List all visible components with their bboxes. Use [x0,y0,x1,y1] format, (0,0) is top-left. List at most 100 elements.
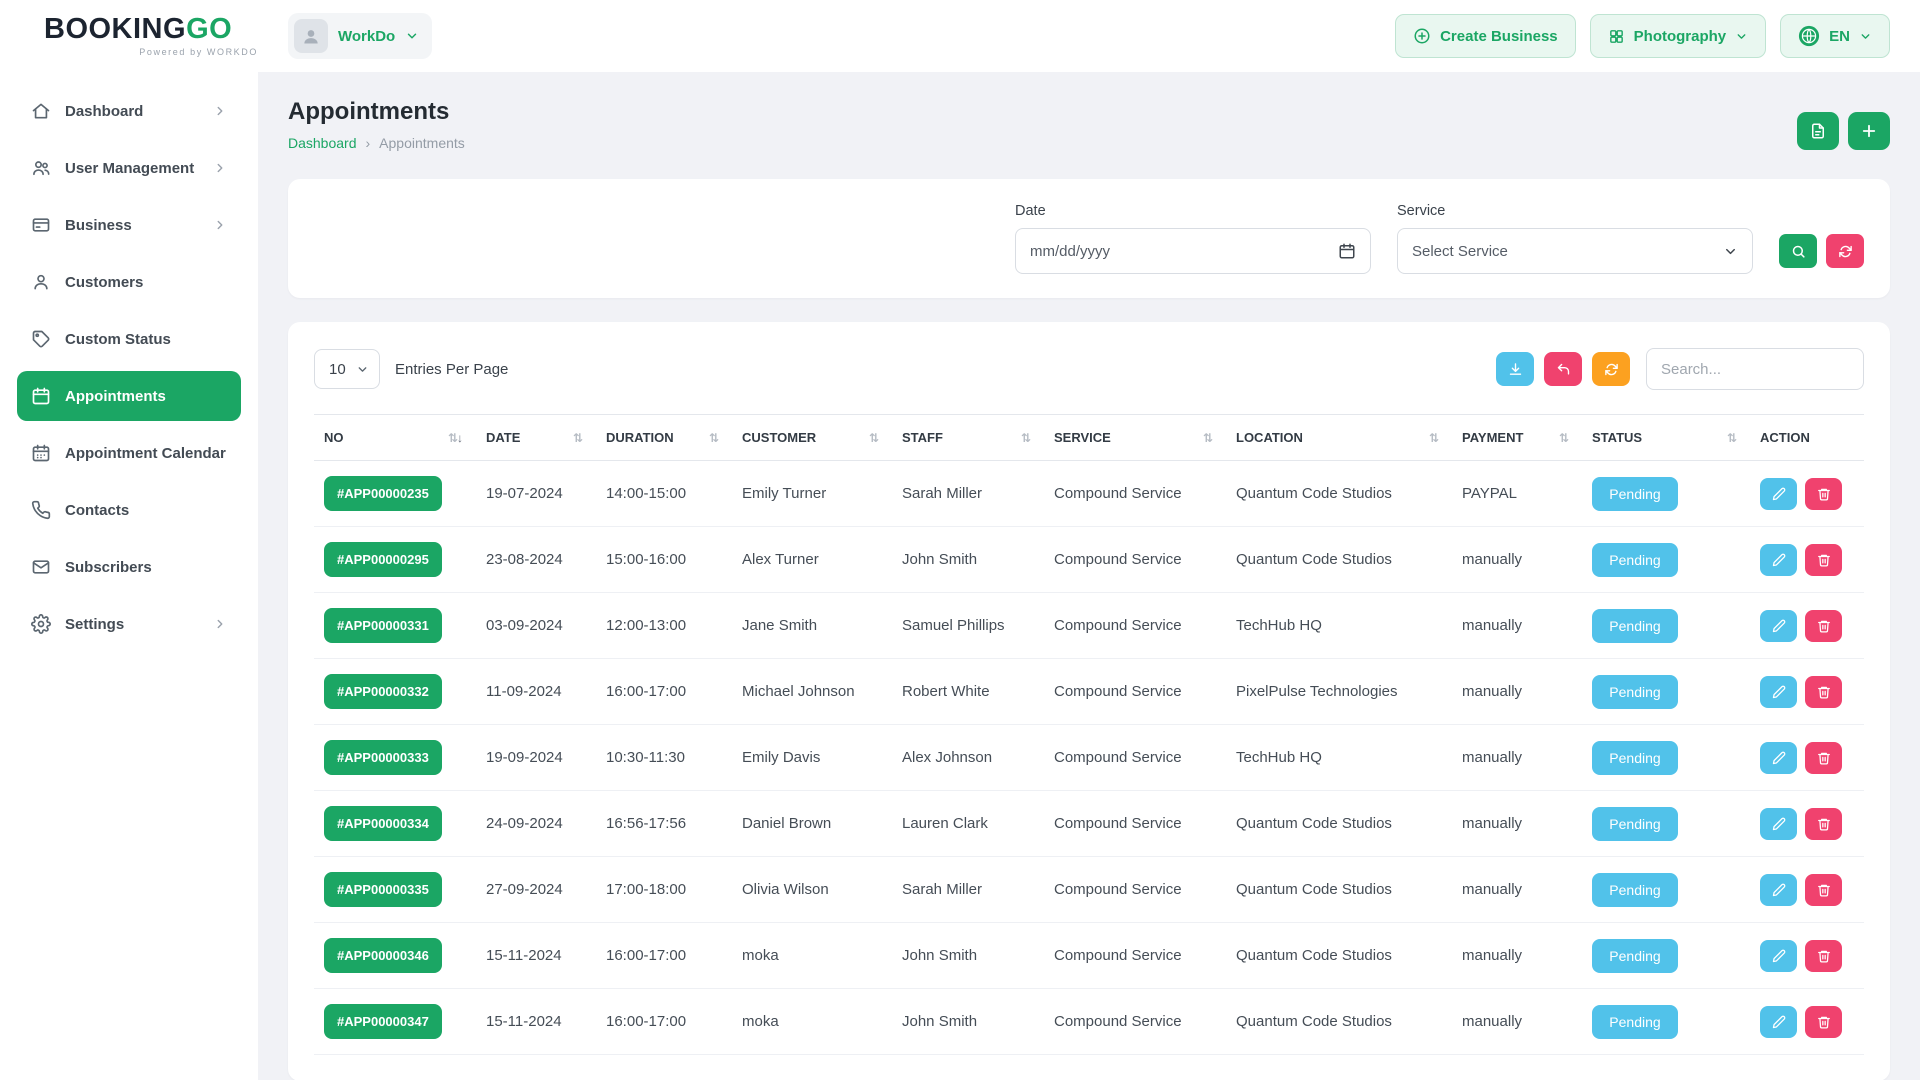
appointment-no-badge[interactable]: #APP00000334 [324,806,442,841]
cell-duration: 12:00-13:00 [596,593,732,659]
sidebar-item-business[interactable]: Business [17,200,241,250]
sidebar-item-contacts[interactable]: Contacts [17,485,241,535]
filter-reset-button[interactable] [1826,234,1864,268]
cell-service: Compound Service [1044,923,1226,989]
sidebar-item-custom-status[interactable]: Custom Status [17,314,241,364]
cell-duration: 14:00-15:00 [596,461,732,527]
col-header-customer[interactable]: CUSTOMER⇅ [732,415,892,461]
appointment-no-badge[interactable]: #APP00000295 [324,542,442,577]
edit-button[interactable] [1760,940,1797,972]
appointment-row: #APP00000235 19-07-2024 14:00-15:00 Emil… [314,461,1864,527]
search-icon [1791,244,1806,259]
sidebar-item-dashboard[interactable]: Dashboard [17,86,241,136]
cell-duration: 16:00-17:00 [596,923,732,989]
table-search-input[interactable] [1646,348,1864,390]
download-button[interactable] [1496,352,1534,386]
col-header-duration[interactable]: DURATION⇅ [596,415,732,461]
filter-search-button[interactable] [1779,234,1817,268]
delete-button[interactable] [1805,610,1842,642]
cell-location: Quantum Code Studios [1226,527,1452,593]
chevron-down-icon [405,29,419,43]
col-header-no[interactable]: NO⇅↓ [314,415,476,461]
refresh-button[interactable] [1592,352,1630,386]
cell-payment: manually [1452,659,1582,725]
workspace-avatar-icon [294,19,328,53]
breadcrumb-dashboard-link[interactable]: Dashboard [288,135,357,151]
chevron-down-icon [1859,30,1872,43]
row-actions [1760,940,1854,972]
col-header-location[interactable]: LOCATION⇅ [1226,415,1452,461]
workspace-switcher[interactable]: WorkDo [288,13,432,59]
service-select[interactable]: Select Service [1397,228,1753,274]
entries-per-page-select[interactable]: 10 [314,349,380,389]
export-button[interactable] [1797,112,1839,150]
col-header-service[interactable]: SERVICE⇅ [1044,415,1226,461]
appointment-no-badge[interactable]: #APP00000335 [324,872,442,907]
delete-button[interactable] [1805,676,1842,708]
sidebar-item-user-management[interactable]: User Management [17,143,241,193]
edit-button[interactable] [1760,544,1797,576]
edit-button[interactable] [1760,874,1797,906]
table-header-row: NO⇅↓ DATE⇅ DURATION⇅ CUSTOMER⇅ STAFF⇅ SE… [314,415,1864,461]
appointment-no-badge[interactable]: #APP00000347 [324,1004,442,1039]
sidebar-item-settings[interactable]: Settings [17,599,241,649]
sidebar-item-appointment-calendar[interactable]: Appointment Calendar [17,428,241,478]
edit-button[interactable] [1760,808,1797,840]
cell-date: 19-07-2024 [476,461,596,527]
sort-icon: ⇅ [709,431,718,445]
edit-button[interactable] [1760,676,1797,708]
undo-icon [1556,362,1571,377]
top-header: BOOKINGGO Powered by WORKDO WorkDo Creat… [0,0,1920,72]
appointment-no-badge[interactable]: #APP00000346 [324,938,442,973]
create-business-button[interactable]: Create Business [1395,14,1576,58]
edit-button[interactable] [1760,742,1797,774]
cell-location: Quantum Code Studios [1226,923,1452,989]
cell-payment: manually [1452,593,1582,659]
cell-date: 11-09-2024 [476,659,596,725]
appointment-no-badge[interactable]: #APP00000235 [324,476,442,511]
cell-staff: Lauren Clark [892,791,1044,857]
col-header-status[interactable]: STATUS⇅ [1582,415,1750,461]
delete-button[interactable] [1805,874,1842,906]
sidebar-item-appointments[interactable]: Appointments [17,371,241,421]
delete-button[interactable] [1805,808,1842,840]
delete-button[interactable] [1805,742,1842,774]
appointment-no-badge[interactable]: #APP00000333 [324,740,442,775]
breadcrumb: Dashboard › Appointments [288,135,465,151]
module-switcher-button[interactable]: Photography [1590,14,1767,58]
delete-button[interactable] [1805,544,1842,576]
edit-button[interactable] [1760,610,1797,642]
cell-service: Compound Service [1044,857,1226,923]
refresh-icon [1604,362,1619,377]
home-icon [31,101,51,121]
sidebar-item-customers[interactable]: Customers [17,257,241,307]
cell-customer: Emily Turner [732,461,892,527]
cell-staff: Sarah Miller [892,857,1044,923]
sidebar-item-subscribers[interactable]: Subscribers [17,542,241,592]
delete-button[interactable] [1805,478,1842,510]
cell-staff: Samuel Phillips [892,593,1044,659]
delete-button[interactable] [1805,1006,1842,1038]
cell-location: Quantum Code Studios [1226,791,1452,857]
col-header-payment[interactable]: PAYMENT⇅ [1452,415,1582,461]
mail-icon [31,557,51,577]
edit-button[interactable] [1760,478,1797,510]
appointment-no-badge[interactable]: #APP00000331 [324,608,442,643]
cell-customer: Jane Smith [732,593,892,659]
appointment-no-badge[interactable]: #APP00000332 [324,674,442,709]
col-header-date[interactable]: DATE⇅ [476,415,596,461]
add-appointment-button[interactable] [1848,112,1890,150]
cell-staff: John Smith [892,923,1044,989]
delete-button[interactable] [1805,940,1842,972]
undo-button[interactable] [1544,352,1582,386]
users-icon [31,158,51,178]
language-selector[interactable]: EN [1780,14,1890,58]
app-logo[interactable]: BOOKINGGO Powered by WORKDO [44,15,258,57]
chevron-down-icon [1723,244,1738,259]
date-filter-label: Date [1015,203,1371,219]
date-input[interactable]: mm/dd/yyyy [1015,228,1371,274]
col-header-staff[interactable]: STAFF⇅ [892,415,1044,461]
edit-button[interactable] [1760,1006,1797,1038]
cell-location: TechHub HQ [1226,593,1452,659]
appointment-row: #APP00000331 03-09-2024 12:00-13:00 Jane… [314,593,1864,659]
